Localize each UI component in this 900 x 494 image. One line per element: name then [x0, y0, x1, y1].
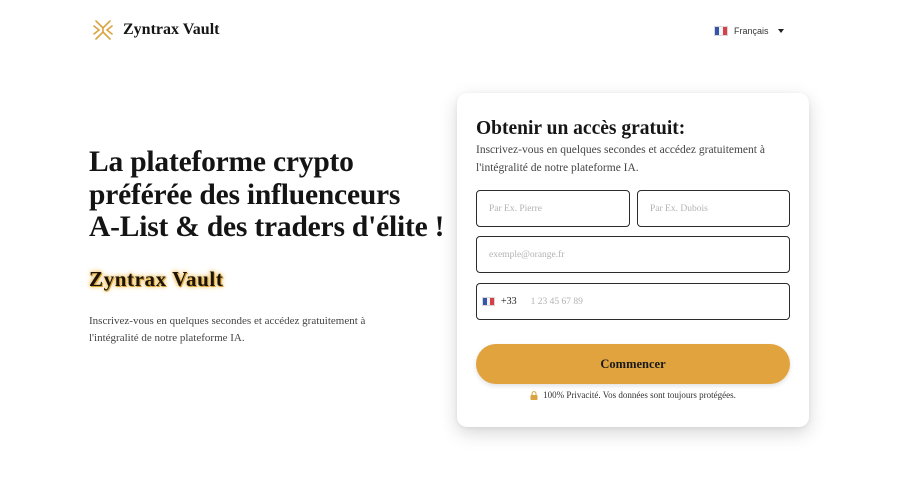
france-flag-icon	[714, 26, 728, 36]
privacy-text: 100% Privacité. Vos données sont toujour…	[543, 390, 736, 400]
site-header: Zyntrax Vault Français	[0, 0, 900, 62]
form-subtitle: Inscrivez-vous en quelques secondes et a…	[476, 144, 765, 174]
privacy-note: 100% Privacité. Vos données sont toujour…	[457, 390, 809, 400]
logo[interactable]: Zyntrax Vault	[92, 18, 219, 42]
phone-field: +33	[476, 283, 790, 320]
logo-icon	[93, 20, 113, 40]
last-name-input[interactable]	[637, 190, 790, 227]
hero-description: Inscrivez-vous en quelques secondes et a…	[89, 315, 366, 344]
start-button[interactable]: Commencer	[476, 344, 790, 384]
country-code: +33	[501, 296, 517, 307]
hero-title-line-1: La plateforme crypto	[89, 146, 354, 178]
phone-input[interactable]	[528, 295, 733, 308]
lock-icon	[530, 390, 538, 400]
form-title: Obtenir un accès gratuit:	[476, 118, 686, 139]
country-code-selector[interactable]: +33	[477, 296, 517, 307]
first-name-input[interactable]	[476, 190, 630, 227]
language-label: Français	[734, 26, 769, 36]
hero-title-line-3: A-List & des traders d'élite !	[89, 211, 445, 243]
france-flag-icon	[482, 297, 495, 306]
chevron-down-icon	[777, 29, 784, 33]
language-selector[interactable]: Français	[714, 26, 784, 36]
hero-brand-wordmark: Zyntrax Vault	[89, 267, 224, 291]
signup-card: Obtenir un accès gratuit: Inscrivez-vous…	[457, 93, 809, 427]
hero-title: La plateforme crypto préférée des influe…	[89, 146, 449, 244]
hero-title-line-2: préférée des influenceurs	[89, 178, 401, 211]
brand-name: Zyntrax Vault	[123, 21, 220, 38]
email-input[interactable]	[476, 236, 790, 273]
